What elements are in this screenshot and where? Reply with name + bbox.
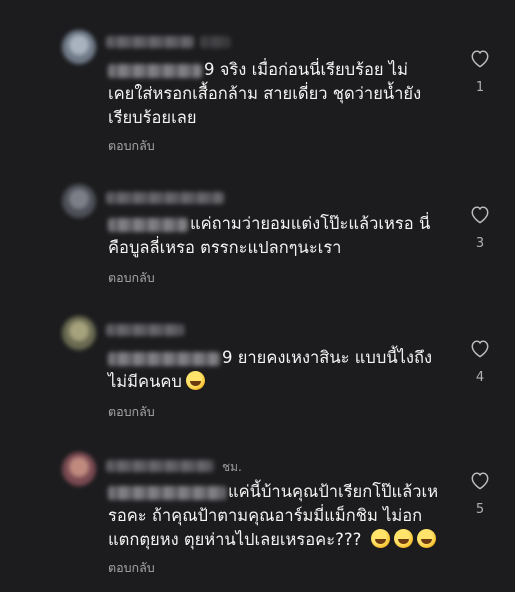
comment-line: เคยใส่หรอกเสื้อกล้าม สายเดี่ยว ชุดว่ายน้… <box>108 84 422 103</box>
like-count: 1 <box>475 80 485 95</box>
comment-line: คือบูลลี่เหรอ ตรรกะแปลกๆนะเรา <box>108 238 342 257</box>
like-button[interactable] <box>468 48 492 68</box>
comment-line: 9 จริง เมื่อก่อนนี่เรียบร้อย ไม่ <box>204 60 408 79</box>
comment-text: 9 จริง เมื่อก่อนนี่เรียบร้อย ไม่ เคยใส่ห… <box>108 58 421 130</box>
reply-button[interactable]: ตอบกลับ <box>108 136 155 156</box>
comment-line: ไม่มีคนคบ <box>108 372 182 391</box>
username[interactable] <box>106 324 184 336</box>
reply-button[interactable]: ตอบกลับ <box>108 402 155 422</box>
avatar[interactable] <box>62 184 96 218</box>
mention[interactable] <box>108 351 220 366</box>
rofl-emoji <box>417 529 437 548</box>
username[interactable] <box>106 460 214 472</box>
comment-line: แค่นี้บ้านคุณป้าเรียกโป๊แล้วเห <box>228 482 439 501</box>
heart-outline-icon <box>471 50 489 68</box>
reply-button[interactable]: ตอบกลับ <box>108 268 155 288</box>
comment-time: ชม. <box>222 460 242 474</box>
comment-text: แค่ถามว่ายอมแต่งโป๊ะแล้วเหรอ นี่ คือบูลล… <box>108 212 430 260</box>
grinning-sweat-emoji <box>185 371 205 390</box>
rofl-emoji <box>394 529 414 548</box>
reply-button[interactable]: ตอบกลับ <box>108 558 155 578</box>
comment-text: 9 ยายคงเหงาสินะ แบบนี้ไงถึง ไม่มีคนคบ <box>108 346 432 394</box>
heart-outline-icon <box>471 206 489 224</box>
comment-line: แตกตุยหง ตุยห่านไปเลยเหรอคะ??? <box>108 530 362 549</box>
username[interactable] <box>106 36 194 48</box>
heart-outline-icon <box>471 340 489 358</box>
mention[interactable] <box>108 217 188 232</box>
comments-panel: 9 จริง เมื่อก่อนนี่เรียบร้อย ไม่ เคยใส่ห… <box>0 0 515 592</box>
like-button[interactable] <box>468 204 492 224</box>
comment-line: เรียบร้อยเลย <box>108 108 197 127</box>
like-count: 5 <box>475 502 485 517</box>
heart-outline-icon <box>471 472 489 490</box>
mention[interactable] <box>108 485 226 500</box>
like-count: 3 <box>475 236 485 251</box>
comment-text: แค่นี้บ้านคุณป้าเรียกโป๊แล้วเห รอคะ ถ้าค… <box>108 480 438 552</box>
rofl-emoji <box>371 529 391 548</box>
mention[interactable] <box>108 63 202 78</box>
username[interactable] <box>106 192 224 204</box>
comment-line: รอคะ ถ้าคุณป้าตามคุณอาร์มมี่แม็กชิม ไม่อ… <box>108 506 423 525</box>
like-button[interactable] <box>468 470 492 490</box>
comment-line: 9 ยายคงเหงาสินะ แบบนี้ไงถึง <box>222 348 432 367</box>
username-extra <box>200 36 230 48</box>
like-count: 4 <box>475 370 485 385</box>
avatar[interactable] <box>62 30 96 64</box>
avatar[interactable] <box>62 316 96 350</box>
avatar[interactable] <box>62 452 96 486</box>
comment-line: แค่ถามว่ายอมแต่งโป๊ะแล้วเหรอ นี่ <box>190 214 431 233</box>
like-button[interactable] <box>468 338 492 358</box>
